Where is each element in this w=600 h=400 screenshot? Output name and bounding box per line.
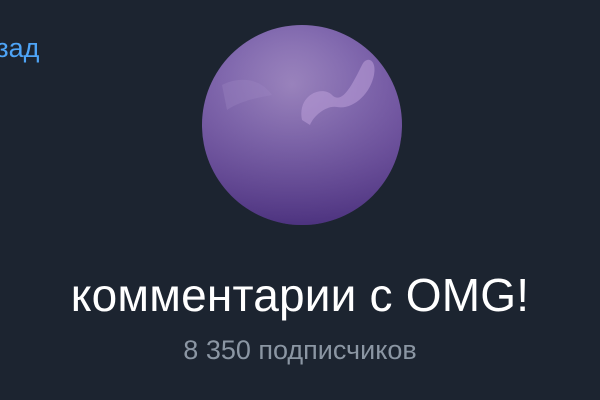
avatar-image [202,25,402,225]
subscriber-count: 8 350 подписчиков [183,335,417,365]
channel-info-screen: Назад комментарии с OMG! 8 350 подписчик… [0,0,600,400]
channel-avatar[interactable] [202,25,402,225]
back-button-label: Назад [0,33,40,63]
channel-title: комментарии с OMG! [70,269,530,321]
back-button[interactable]: Назад [0,28,60,68]
